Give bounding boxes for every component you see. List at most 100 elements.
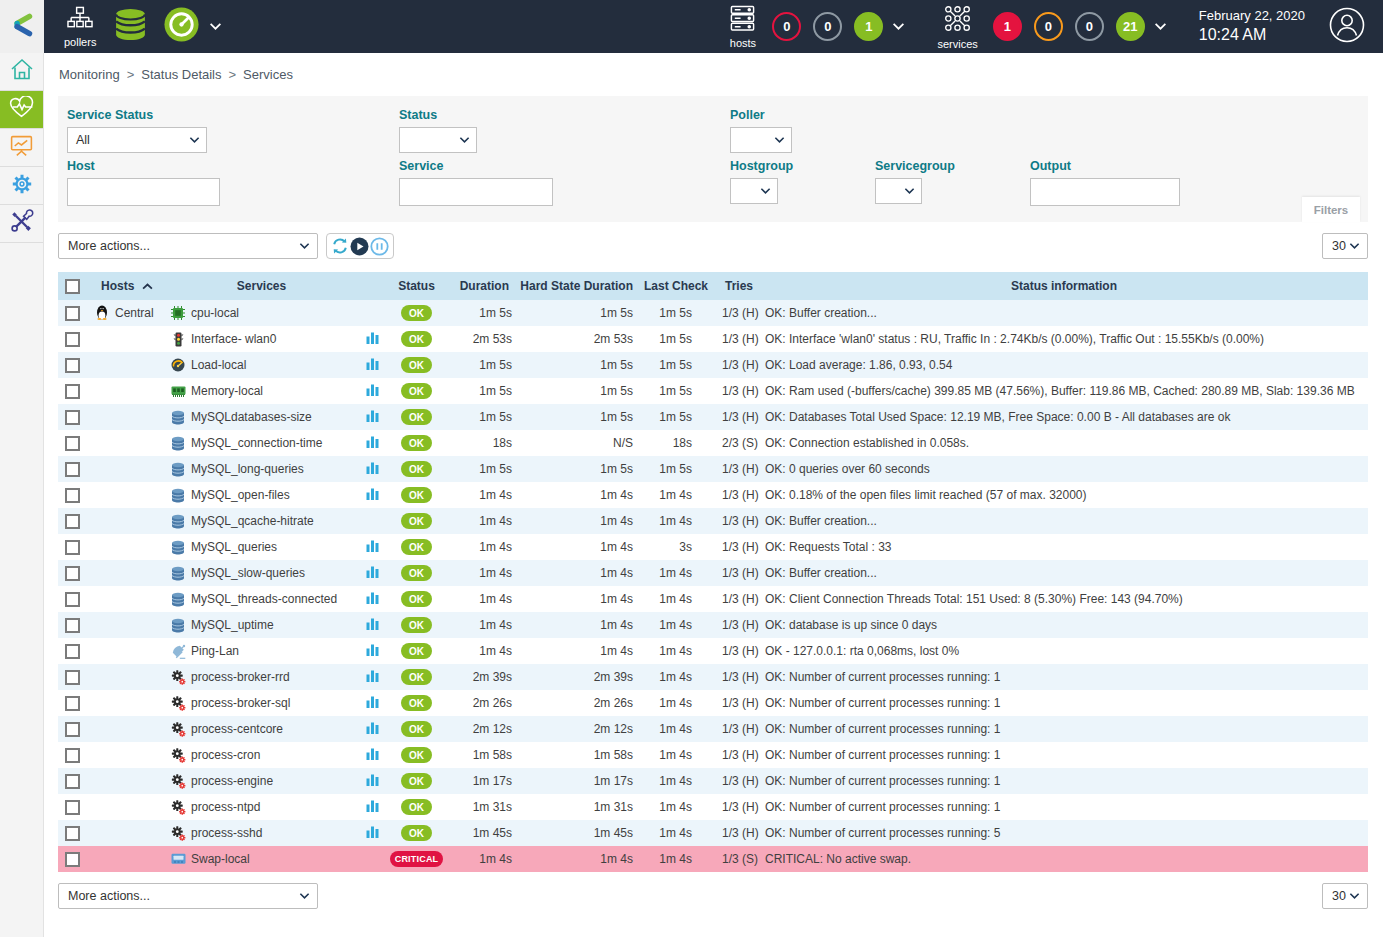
service-name[interactable]: MySQLdatabases-size bbox=[191, 410, 312, 424]
graph-icon[interactable] bbox=[366, 773, 379, 789]
hosts-column-header[interactable]: Hosts bbox=[90, 272, 168, 300]
row-checkbox[interactable] bbox=[65, 462, 80, 477]
service-name[interactable]: MySQL_queries bbox=[191, 540, 277, 554]
graph-icon[interactable] bbox=[366, 799, 379, 815]
pollers-chevron-icon[interactable] bbox=[209, 22, 222, 31]
service-status-badge[interactable]: 0 bbox=[1075, 12, 1104, 41]
filters-tab[interactable]: Filters bbox=[1302, 197, 1360, 222]
service-name[interactable]: cpu-local bbox=[191, 306, 239, 320]
service-name[interactable]: Interface- wlan0 bbox=[191, 332, 276, 346]
graph-icon[interactable] bbox=[366, 721, 379, 737]
services-chevron-icon[interactable] bbox=[1154, 22, 1167, 31]
graph-icon[interactable] bbox=[366, 539, 379, 555]
row-checkbox[interactable] bbox=[65, 644, 80, 659]
poller-select[interactable] bbox=[730, 127, 792, 153]
row-checkbox[interactable] bbox=[65, 592, 80, 607]
breadcrumb-item[interactable]: Status Details bbox=[141, 67, 221, 82]
graph-icon[interactable] bbox=[366, 461, 379, 477]
hostgroup-select[interactable] bbox=[730, 178, 778, 204]
row-checkbox[interactable] bbox=[65, 436, 80, 451]
database-status-menu[interactable] bbox=[112, 7, 149, 46]
host-input[interactable] bbox=[67, 178, 220, 206]
service-status-badge[interactable]: 0 bbox=[1034, 12, 1063, 41]
service-name[interactable]: MySQL_long-queries bbox=[191, 462, 304, 476]
row-checkbox[interactable] bbox=[65, 800, 80, 815]
sidebar-item-configuration[interactable] bbox=[0, 167, 43, 205]
page-size-select-top[interactable]: 30 bbox=[1322, 233, 1368, 259]
service-name[interactable]: process-broker-rrd bbox=[191, 670, 290, 684]
graph-icon[interactable] bbox=[366, 409, 379, 425]
hard-state-column-header[interactable]: Hard State Duration bbox=[513, 272, 634, 300]
row-checkbox[interactable] bbox=[65, 358, 80, 373]
status-info-column-header[interactable]: Status information bbox=[760, 272, 1368, 300]
pause-button[interactable] bbox=[370, 237, 389, 256]
sidebar-item-administration[interactable] bbox=[0, 205, 43, 243]
service-status-badge[interactable]: 1 bbox=[993, 12, 1022, 41]
pollers-menu[interactable]: pollers bbox=[64, 6, 96, 48]
centreon-logo[interactable] bbox=[0, 0, 44, 53]
service-status-select[interactable]: All bbox=[67, 127, 207, 153]
row-checkbox[interactable] bbox=[65, 670, 80, 685]
host-status-badge[interactable]: 0 bbox=[772, 12, 801, 41]
graph-icon[interactable] bbox=[366, 825, 379, 841]
row-checkbox[interactable] bbox=[65, 306, 80, 321]
sidebar-item-monitoring[interactable] bbox=[0, 91, 43, 129]
select-all-checkbox[interactable] bbox=[65, 279, 80, 294]
service-name[interactable]: MySQL_qcache-hitrate bbox=[191, 514, 314, 528]
status-select[interactable] bbox=[399, 127, 477, 153]
service-name[interactable]: Load-local bbox=[191, 358, 246, 372]
services-menu[interactable]: services bbox=[937, 4, 977, 50]
row-checkbox[interactable] bbox=[65, 722, 80, 737]
graph-icon[interactable] bbox=[366, 669, 379, 685]
service-name[interactable]: MySQL_slow-queries bbox=[191, 566, 305, 580]
graph-icon[interactable] bbox=[366, 487, 379, 503]
row-checkbox[interactable] bbox=[65, 774, 80, 789]
service-status-badge[interactable]: 21 bbox=[1116, 12, 1145, 41]
tries-column-header[interactable]: Tries bbox=[709, 272, 760, 300]
poller-latency-menu[interactable] bbox=[163, 6, 200, 47]
service-name[interactable]: process-engine bbox=[191, 774, 273, 788]
graph-icon[interactable] bbox=[366, 331, 379, 347]
graph-icon[interactable] bbox=[366, 435, 379, 451]
row-checkbox[interactable] bbox=[65, 540, 80, 555]
row-checkbox[interactable] bbox=[65, 410, 80, 425]
output-input[interactable] bbox=[1030, 178, 1180, 206]
duration-column-header[interactable]: Duration bbox=[443, 272, 513, 300]
breadcrumb-item[interactable]: Monitoring bbox=[59, 67, 120, 82]
row-checkbox[interactable] bbox=[65, 514, 80, 529]
service-name[interactable]: process-cron bbox=[191, 748, 260, 762]
servicegroup-select[interactable] bbox=[875, 178, 922, 204]
graph-icon[interactable] bbox=[366, 357, 379, 373]
service-name[interactable]: Memory-local bbox=[191, 384, 263, 398]
hosts-menu[interactable]: hosts bbox=[728, 5, 757, 49]
sidebar-item-reports[interactable] bbox=[0, 129, 43, 167]
graph-icon[interactable] bbox=[366, 695, 379, 711]
row-checkbox[interactable] bbox=[65, 696, 80, 711]
row-checkbox[interactable] bbox=[65, 566, 80, 581]
host-status-badge[interactable]: 1 bbox=[854, 12, 883, 41]
row-checkbox[interactable] bbox=[65, 852, 80, 867]
row-checkbox[interactable] bbox=[65, 826, 80, 841]
host-status-badge[interactable]: 0 bbox=[813, 12, 842, 41]
graph-icon[interactable] bbox=[366, 617, 379, 633]
host-name[interactable]: Central bbox=[115, 306, 154, 320]
service-name[interactable]: Swap-local bbox=[191, 852, 250, 866]
service-name[interactable]: MySQL_uptime bbox=[191, 618, 274, 632]
page-size-select-bottom[interactable]: 30 bbox=[1322, 883, 1368, 909]
breadcrumb-item[interactable]: Services bbox=[243, 67, 293, 82]
graph-icon[interactable] bbox=[366, 591, 379, 607]
hosts-chevron-icon[interactable] bbox=[892, 22, 905, 31]
service-name[interactable]: MySQL_connection-time bbox=[191, 436, 322, 450]
row-checkbox[interactable] bbox=[65, 748, 80, 763]
sidebar-item-home[interactable] bbox=[0, 53, 43, 91]
service-name[interactable]: Ping-Lan bbox=[191, 644, 239, 658]
row-checkbox[interactable] bbox=[65, 332, 80, 347]
services-column-header[interactable]: Services bbox=[168, 272, 355, 300]
service-name[interactable]: process-centcore bbox=[191, 722, 283, 736]
service-name[interactable]: process-sshd bbox=[191, 826, 262, 840]
service-name[interactable]: MySQL_threads-connected bbox=[191, 592, 337, 606]
graph-icon[interactable] bbox=[366, 383, 379, 399]
service-input[interactable] bbox=[399, 178, 553, 206]
graph-icon[interactable] bbox=[366, 565, 379, 581]
status-column-header[interactable]: Status bbox=[390, 272, 443, 300]
